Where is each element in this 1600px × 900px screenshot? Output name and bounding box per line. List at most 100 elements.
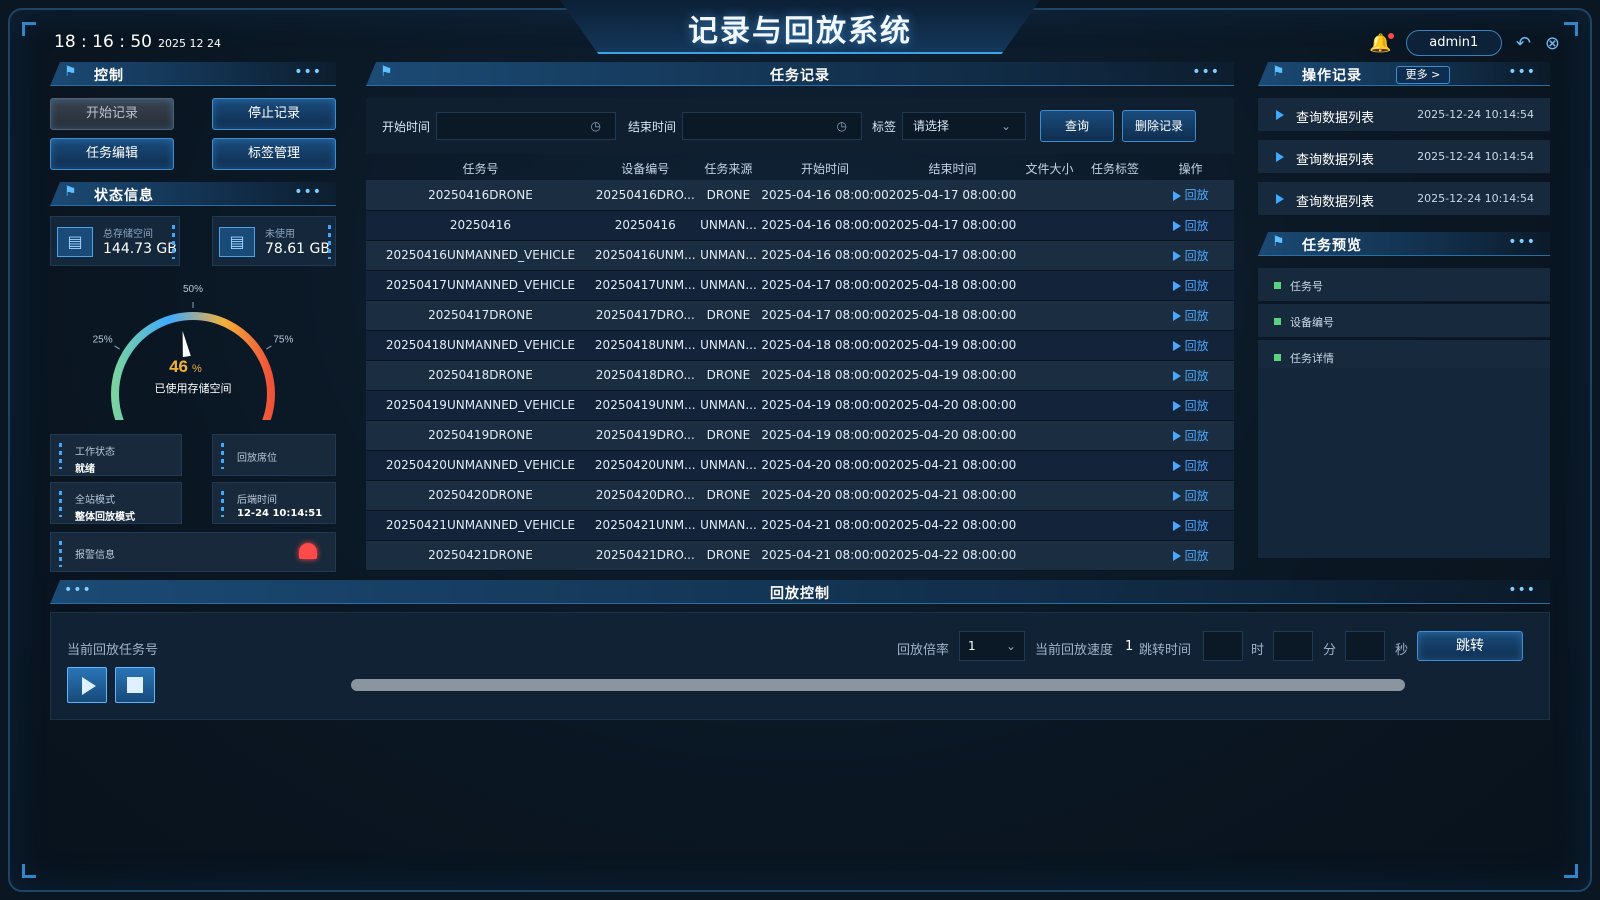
table-cell: DRONE (695, 360, 762, 390)
section-title: 控制 (94, 68, 124, 84)
operation-time: 2025-12-24 10:14:54 (1417, 150, 1534, 163)
table-cell: 2025-04-18 08:00:00 (761, 330, 889, 360)
table-cell (1082, 330, 1148, 360)
table-row[interactable]: 20250417UNMANNED_VEHICLE 20250417UNM... UN… (366, 270, 1234, 300)
table-row[interactable]: 20250417DRONE 20250417DRO... DRONE 2025-04-… (366, 300, 1234, 330)
play-icon (1172, 401, 1181, 411)
operation-item[interactable]: 查询数据列表 2025-12-24 10:14:54 (1258, 98, 1550, 132)
task-edit-button[interactable]: 任务编辑 (50, 138, 174, 170)
table-cell: 2025-04-21 08:00:00 (888, 450, 1017, 480)
table-cell: 2025-04-19 08:00:00 (888, 330, 1017, 360)
playback-link[interactable]: 回放 (1172, 459, 1209, 473)
jump-button[interactable]: 跳转 (1417, 631, 1523, 661)
card-accent (328, 225, 331, 259)
table-row[interactable]: 20250420UNMANNED_VEHICLE 20250420UNM... UN… (366, 450, 1234, 480)
table-row[interactable]: 20250419DRONE 20250419DRO... DRONE 2025-04-… (366, 420, 1234, 450)
table-row[interactable]: 20250421UNMANNED_VEHICLE 20250421UNM... UN… (366, 510, 1234, 540)
play-icon (1172, 251, 1181, 261)
user-menu[interactable]: admin1 (1405, 30, 1502, 56)
playback-link[interactable]: 回放 (1172, 399, 1209, 413)
tag-manage-button[interactable]: 标签管理 (212, 138, 336, 170)
table-cell: 20250420DRO... (594, 480, 696, 510)
end-time-input[interactable]: ◷ (682, 112, 862, 140)
table-row[interactable]: 20250416 20250416 UNMAN... 2025-04-16 08:00… (366, 210, 1234, 240)
action-cell: 回放 (1147, 450, 1234, 480)
storage-gauge: 46 % 已使用存储空间 0%25%50%75%100% (93, 284, 293, 420)
tag-label: 标签 (872, 120, 897, 134)
playback-link[interactable]: 回放 (1172, 249, 1209, 263)
tag-select[interactable]: 请选择 ⌄ (902, 112, 1026, 140)
table-row[interactable]: 20250419UNMANNED_VEHICLE 20250419UNM... UN… (366, 390, 1234, 420)
table-row[interactable]: 20250418DRONE 20250418DRO... DRONE 2025-04-… (366, 360, 1234, 390)
delete-records-button[interactable]: 删除记录 (1122, 110, 1196, 142)
jump-minute-input[interactable] (1273, 631, 1313, 661)
column-header: 任务来源 (704, 161, 753, 176)
playback-link[interactable]: 回放 (1172, 369, 1209, 383)
playback-link[interactable]: 回放 (1172, 518, 1209, 533)
playback-link[interactable]: 回放 (1172, 309, 1209, 323)
stop-record-button[interactable]: 停止记录 (212, 98, 336, 130)
table-cell: 2025-04-21 08:00:00 (761, 540, 889, 570)
station-mode-label: 全站模式 (75, 495, 115, 506)
playback-link[interactable]: 回放 (1172, 219, 1209, 233)
playback-link[interactable]: 回放 (1172, 188, 1209, 202)
playback-link-label: 回放 (1184, 518, 1209, 533)
operation-item[interactable]: 查询数据列表 2025-12-24 10:14:54 (1258, 140, 1550, 174)
playback-link[interactable]: 回放 (1172, 549, 1209, 563)
playback-link[interactable]: 回放 (1172, 429, 1209, 443)
flag-icon: ⚑ (64, 184, 77, 200)
table-cell: 20250418DRONE (366, 360, 595, 390)
table-cell: 2025-04-17 08:00:00 (888, 240, 1017, 270)
undo-icon[interactable]: ↶ (1516, 33, 1531, 54)
total-storage-label: 总存储空间 (103, 229, 153, 240)
playback-progress-bar[interactable] (351, 679, 1405, 691)
start-record-button[interactable]: 开始记录 (50, 98, 174, 130)
column-header: 设备编号 (621, 161, 670, 176)
start-time-input[interactable]: ◷ (436, 112, 616, 140)
table-cell (1082, 450, 1148, 480)
table-cell: 20250416 (366, 210, 595, 240)
bell-icon[interactable]: 🔔 (1369, 32, 1394, 54)
operation-item[interactable]: 查询数据列表 2025-12-24 10:14:54 (1258, 182, 1550, 216)
play-icon (1172, 491, 1181, 501)
table-cell: 2025-04-17 08:00:00 (761, 270, 889, 300)
header-toolbar: 🔔 admin1 ↶ ⊗ (1369, 30, 1560, 56)
table-cell: 2025-04-18 08:00:00 (888, 270, 1017, 300)
action-cell: 回放 (1147, 540, 1234, 570)
playback-link[interactable]: 回放 (1172, 489, 1209, 503)
alarm-card[interactable]: 报警信息 (50, 532, 336, 572)
table-row[interactable]: 20250418UNMANNED_VEHICLE 20250418UNM... UN… (366, 330, 1234, 360)
table-row[interactable]: 20250416DRONE 20250416DRO... DRONE 2025-04-… (366, 180, 1234, 210)
logout-icon[interactable]: ⊗ (1545, 33, 1560, 54)
query-button[interactable]: 查询 (1040, 110, 1114, 142)
table-cell (1016, 240, 1083, 270)
table-cell: 20250417DRO... (594, 300, 696, 330)
table-row[interactable]: 20250416UNMANNED_VEHICLE 20250416UNM... UN… (366, 240, 1234, 270)
playback-link[interactable]: 回放 (1172, 279, 1209, 293)
table-cell: 2025-04-19 08:00:00 (761, 420, 889, 450)
action-cell: 回放 (1147, 360, 1234, 390)
table-body: 20250416DRONE 20250416DRO... DRONE 2025-04-… (366, 180, 1234, 570)
table-cell: 2025-04-22 08:00:00 (888, 540, 1017, 570)
hour-unit: 时 (1251, 643, 1265, 658)
jump-hour-input[interactable] (1203, 631, 1243, 661)
stop-button[interactable] (115, 667, 155, 703)
card-accent (59, 491, 62, 517)
table-row[interactable]: 20250421DRONE 20250421DRO... DRONE 2025-04-… (366, 540, 1234, 570)
jump-second-input[interactable] (1345, 631, 1385, 661)
total-storage-value: 144.73 GB (103, 241, 177, 257)
table-cell: 2025-04-21 08:00:00 (888, 480, 1017, 510)
playback-panel: 当前回放任务号 回放倍率 1 ⌄ 当前回放速度 1 跳转时间 时 分 秒 跳转 (50, 612, 1550, 720)
table-cell: 2025-04-22 08:00:00 (888, 510, 1017, 540)
clock-time: 18 : 16 : 50 (54, 32, 152, 52)
playback-link[interactable]: 回放 (1172, 339, 1209, 353)
table-cell (1082, 210, 1148, 240)
playback-seat-card: 回放席位 (212, 434, 336, 476)
more-button[interactable]: 更多 > (1396, 66, 1450, 84)
play-button[interactable] (67, 667, 107, 703)
alarm-light-icon (299, 543, 317, 559)
play-icon (1172, 551, 1181, 561)
table-row[interactable]: 20250420DRONE 20250420DRO... DRONE 2025-04-… (366, 480, 1234, 510)
rate-select[interactable]: 1 ⌄ (959, 631, 1025, 661)
action-cell: 回放 (1147, 300, 1234, 330)
